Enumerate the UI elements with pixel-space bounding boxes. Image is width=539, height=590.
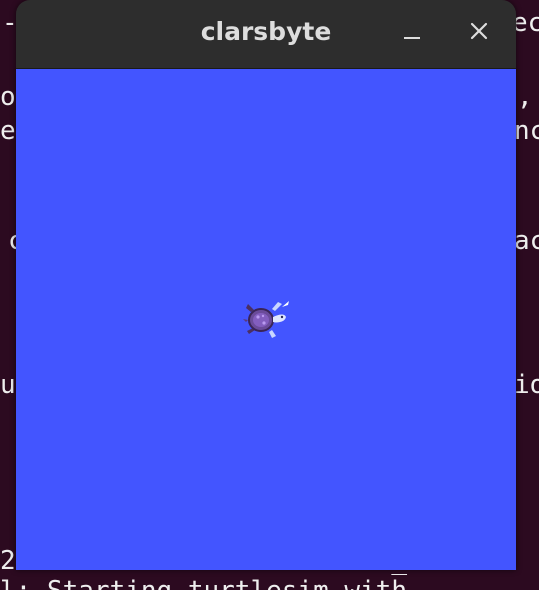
- close-button[interactable]: [466, 18, 494, 46]
- terminal-line-5-right: io: [514, 370, 539, 400]
- terminal-line-1-right: ec: [512, 8, 539, 38]
- terminal-line-7: l: Starting turtlesim with: [0, 578, 407, 590]
- terminal-line-4-right: ac: [514, 226, 539, 256]
- minimize-icon: [404, 37, 420, 39]
- terminal-line-2-left: o: [0, 82, 16, 112]
- turtlesim-window: clarsbyte: [16, 0, 516, 570]
- window-titlebar[interactable]: clarsbyte: [16, 0, 516, 69]
- minimize-button[interactable]: [401, 20, 425, 46]
- window-title: clarsbyte: [200, 17, 332, 46]
- close-icon: [470, 22, 488, 40]
- turtle-icon: [243, 301, 289, 338]
- terminal-line-2-right: ,: [517, 82, 533, 112]
- turtle-canvas[interactable]: [16, 69, 516, 570]
- terminal-line-3-left: e: [0, 116, 16, 146]
- terminal-line-3-right: nc: [514, 116, 539, 146]
